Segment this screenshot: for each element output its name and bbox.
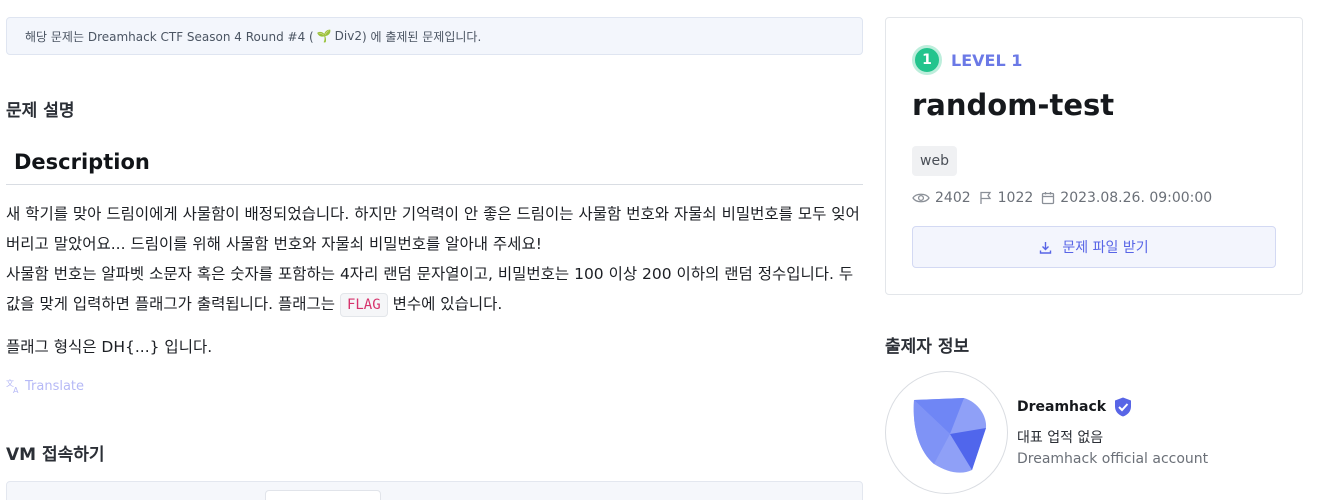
author-name[interactable]: Dreamhack <box>1017 396 1134 418</box>
eye-icon <box>912 193 930 203</box>
notice-suffix: ) 에 출제된 문제입니다. <box>361 29 482 44</box>
ctf-notice-banner: 해당 문제는 Dreamhack CTF Season 4 Round #4 (… <box>6 17 863 55</box>
description-heading: Description <box>6 146 863 185</box>
download-icon <box>1040 241 1052 254</box>
dreamhack-logo-icon <box>913 398 987 473</box>
category-tag[interactable]: web <box>912 146 957 176</box>
date-stat: 2023.08.26. 09:00:00 <box>1041 190 1212 206</box>
views-stat: 2402 <box>912 190 971 206</box>
svg-text:A: A <box>13 386 19 394</box>
verified-badge-icon <box>1115 397 1132 417</box>
level-badge: 1 <box>912 45 942 75</box>
download-files-button[interactable]: 문제 파일 받기 <box>912 226 1276 268</box>
flag-variable-code: FLAG <box>339 292 388 317</box>
description-paragraph-2: 사물함 번호는 알파벳 소문자 혹은 숫자를 포함하는 4자리 랜덤 문자열이고… <box>6 259 864 319</box>
author-name-text: Dreamhack <box>1017 399 1107 415</box>
vm-access-button[interactable] <box>265 490 381 500</box>
flag-icon <box>979 191 991 204</box>
description-paragraph-1: 새 학기를 맞아 드림이에게 사물함이 배정되었습니다. 하지만 기억력이 안 … <box>6 205 860 253</box>
description-body: 새 학기를 맞아 드림이에게 사물함이 배정되었습니다. 하지만 기억력이 안 … <box>6 199 864 319</box>
author-avatar[interactable] <box>885 371 1008 494</box>
flag-format-text: 플래그 형식은 DH{...} 입니다. <box>6 338 213 356</box>
translate-icon: 文 A <box>6 378 19 394</box>
vm-section-title: VM 접속하기 <box>6 445 105 465</box>
author-section-title: 출제자 정보 <box>885 337 970 357</box>
calendar-icon <box>1042 192 1055 205</box>
challenge-info-card: 1 LEVEL 1 random-test web 2402 1022 2023… <box>885 17 1303 295</box>
author-achievement: 대표 업적 없음 <box>1017 430 1104 446</box>
challenge-stats: 2402 1022 2023.08.26. 09:00:00 <box>912 190 1212 206</box>
problem-section-title: 문제 설명 <box>6 101 75 121</box>
translate-button[interactable]: 文 A Translate <box>6 378 84 394</box>
download-label: 문제 파일 받기 <box>1062 240 1149 256</box>
para2-text-after: 변수에 있습니다. <box>387 295 503 313</box>
level-indicator: 1 LEVEL 1 <box>912 45 1022 75</box>
challenge-title: random-test <box>912 88 1115 122</box>
solves-stat: 1022 <box>979 190 1034 206</box>
views-count: 2402 <box>935 190 971 206</box>
vm-access-panel <box>6 481 863 500</box>
solves-count: 1022 <box>997 190 1034 206</box>
release-date: 2023.08.26. 09:00:00 <box>1060 190 1213 206</box>
notice-division: Div2 <box>334 29 362 43</box>
notice-prefix: 해당 문제는 Dreamhack CTF Season 4 Round #4 ( <box>25 29 314 44</box>
translate-label: Translate <box>25 378 85 394</box>
author-description: Dreamhack official account <box>1017 451 1209 467</box>
level-label: LEVEL 1 <box>951 50 1023 70</box>
sprout-icon: 🌱 <box>316 29 332 43</box>
